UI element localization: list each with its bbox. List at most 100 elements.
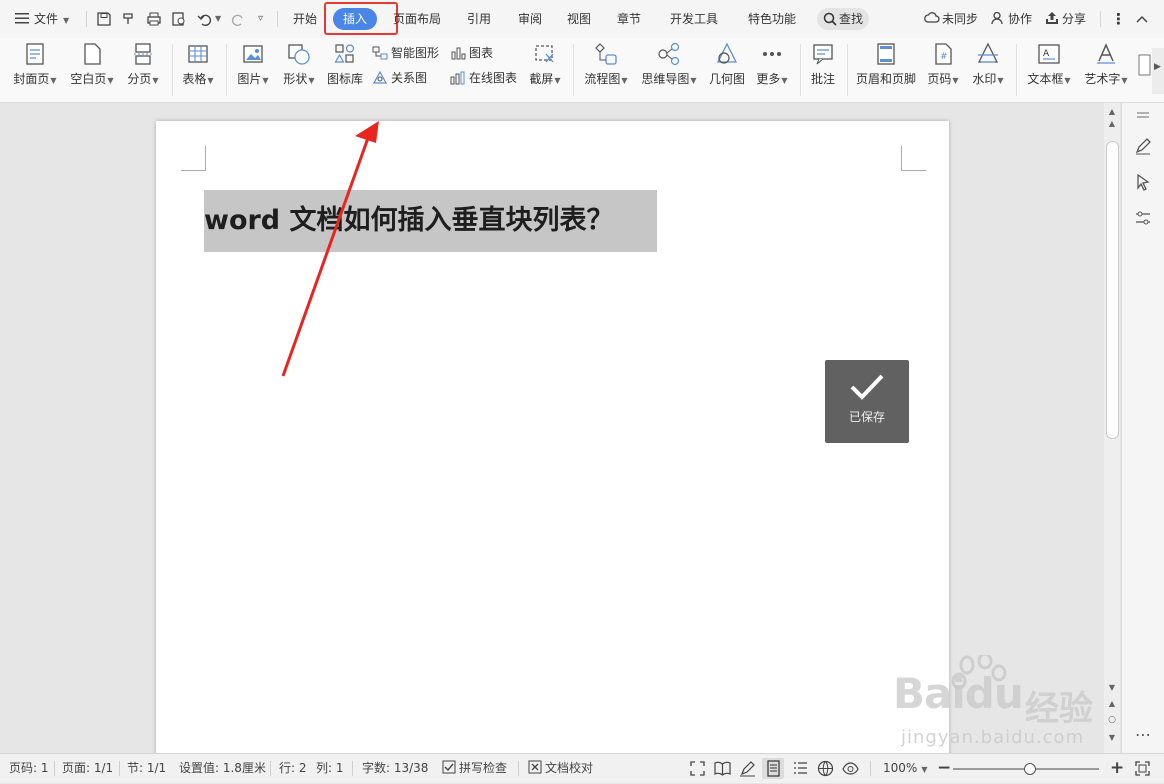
tab-developer-tools[interactable]: 开发工具: [664, 8, 724, 30]
header-footer-button[interactable]: 页眉和页脚: [854, 42, 918, 98]
saved-notification: 已保存: [825, 360, 909, 443]
fullscreen-icon[interactable]: [689, 760, 706, 777]
status-setting-value[interactable]: 设置值: 1.8厘米: [179, 754, 266, 783]
file-menu-button[interactable]: 文件 ▼: [14, 0, 69, 38]
page-break-icon: [134, 43, 152, 65]
redo-icon[interactable]: [230, 11, 246, 27]
scroll-up-top-icon[interactable]: ▲: [1104, 107, 1120, 116]
undo-dropdown-caret[interactable]: ▼: [215, 0, 221, 38]
ribbon-scroll-right[interactable]: ▶: [1152, 48, 1164, 94]
cursor-select-icon[interactable]: [1134, 173, 1152, 191]
zoom-level-dropdown[interactable]: 100% ▼: [883, 754, 927, 783]
zoom-in-icon[interactable]: +: [1110, 754, 1124, 783]
share-icon: [1046, 12, 1058, 24]
page-number-button[interactable]: # 页码▼: [925, 42, 961, 98]
zoom-level-label: 100%: [883, 761, 918, 775]
picture-button[interactable]: 图片▼: [235, 42, 271, 98]
eye-protection-icon[interactable]: [842, 760, 859, 777]
document-title-selected-text[interactable]: word 文档如何插入垂直块列表？: [204, 190, 657, 252]
web-view-icon[interactable]: [817, 760, 834, 777]
textbox-button[interactable]: A 文本框▼: [1025, 42, 1073, 98]
collab-label: 协作: [1008, 12, 1033, 26]
page-view-button[interactable]: [762, 758, 784, 779]
collapse-ribbon-icon[interactable]: [1134, 11, 1150, 27]
wordart-button[interactable]: 艺术字▼: [1082, 42, 1130, 98]
settings-sliders-icon[interactable]: [1134, 209, 1152, 227]
collaborate-button[interactable]: 协作: [991, 0, 1032, 38]
tab-special-features[interactable]: 特色功能: [742, 8, 802, 30]
status-section[interactable]: 节: 1/1: [127, 754, 166, 783]
tab-page-layout[interactable]: 页面布局: [388, 8, 446, 30]
wordart-icon: [1097, 43, 1115, 64]
vertical-scrollbar[interactable]: ▲ ▲ ▼ ▲ ○ ▼: [1104, 103, 1120, 753]
smart-graphic-button[interactable]: 智能图形: [372, 44, 439, 62]
status-word-count[interactable]: 字数: 13/38: [362, 754, 428, 783]
saved-label: 已保存: [848, 410, 885, 424]
screenshot-button[interactable]: 截屏▼: [526, 42, 564, 98]
print-icon[interactable]: [146, 11, 162, 27]
geometry-button[interactable]: 几何图: [707, 42, 747, 98]
chart-button[interactable]: 图表: [450, 44, 493, 62]
next-page-icon[interactable]: ▼: [1104, 733, 1120, 742]
doc-proof-label: 文档校对: [545, 761, 594, 775]
more-options-icon[interactable]: ⋮: [1111, 0, 1126, 38]
print-preview-icon[interactable]: [171, 11, 187, 27]
search-button[interactable]: 查找: [817, 8, 869, 30]
flowchart-button[interactable]: 流程图▼: [582, 42, 630, 98]
shapes-button[interactable]: 形状▼: [281, 42, 317, 98]
fit-window-icon[interactable]: [1134, 760, 1151, 777]
status-row: 行: 2: [279, 761, 307, 775]
tab-chapter[interactable]: 章节: [611, 8, 647, 30]
mindmap-button[interactable]: 思维导图▼: [639, 42, 699, 98]
tab-review[interactable]: 审阅: [512, 8, 548, 30]
relation-graph-button[interactable]: 关系图: [372, 69, 427, 87]
scrollbar-thumb[interactable]: [1106, 141, 1119, 439]
hamburger-icon: [15, 13, 29, 24]
insert-tab-highlight-box: [324, 2, 398, 35]
blank-page-icon: [84, 43, 101, 65]
read-mode-icon[interactable]: [714, 760, 731, 777]
icon-library-button[interactable]: 图标库: [326, 42, 364, 98]
save-icon[interactable]: [96, 11, 112, 27]
screenshot-label: 截屏: [529, 72, 554, 86]
tab-references[interactable]: 引用: [461, 8, 497, 30]
scroll-down-icon[interactable]: ▼: [1104, 683, 1120, 692]
tab-home[interactable]: 开始: [287, 8, 323, 30]
zoom-out-icon[interactable]: −: [937, 754, 951, 783]
tab-view[interactable]: 视图: [561, 8, 597, 30]
doc-proof-button[interactable]: 文档校对: [528, 754, 593, 783]
blank-page-button[interactable]: 空白页▼: [69, 42, 115, 98]
prev-page-icon[interactable]: ▲: [1104, 699, 1120, 708]
svg-text:#: #: [940, 52, 948, 62]
share-label: 分享: [1062, 12, 1087, 26]
status-page-code[interactable]: 页码: 1: [9, 754, 49, 783]
undo-icon[interactable]: [197, 11, 213, 27]
textbox-icon: A: [1038, 44, 1060, 64]
pen-mode-icon[interactable]: [739, 760, 756, 777]
status-pages[interactable]: 页面: 1/1: [62, 754, 113, 783]
flowchart-icon: [595, 43, 617, 65]
sidebar-collapse-icon[interactable]: [1134, 107, 1152, 125]
scroll-up-icon[interactable]: ▲: [1104, 119, 1120, 128]
pen-edit-icon[interactable]: [1134, 137, 1152, 155]
format-painter-icon[interactable]: [121, 11, 137, 27]
share-button[interactable]: 分享: [1045, 0, 1086, 38]
zoom-slider-knob[interactable]: [1024, 763, 1036, 775]
sidebar-more-icon[interactable]: ⋯: [1135, 725, 1151, 744]
spell-check-button[interactable]: 拼写检查: [442, 754, 507, 783]
table-button[interactable]: 表格▼: [180, 42, 216, 98]
cover-page-button[interactable]: 封面页▼: [12, 42, 58, 98]
online-chart-button[interactable]: 在线图表: [450, 69, 517, 87]
ribbon-overflow-icon[interactable]: [1138, 54, 1152, 76]
more-insert-button[interactable]: 更多▼: [754, 42, 790, 98]
picture-label: 图片: [237, 72, 262, 86]
sync-label: 未同步: [942, 12, 979, 26]
mindmap-icon: [658, 42, 680, 66]
select-browse-object-icon[interactable]: ○: [1104, 715, 1120, 725]
outline-view-icon[interactable]: [792, 760, 809, 777]
watermark-button[interactable]: 水印▼: [970, 42, 1006, 98]
comment-button[interactable]: 批注: [807, 42, 839, 98]
quick-access-more-icon[interactable]: ▿: [258, 0, 263, 38]
page-break-button[interactable]: 分页▼: [125, 42, 161, 98]
sync-status-button[interactable]: 未同步: [924, 0, 978, 38]
